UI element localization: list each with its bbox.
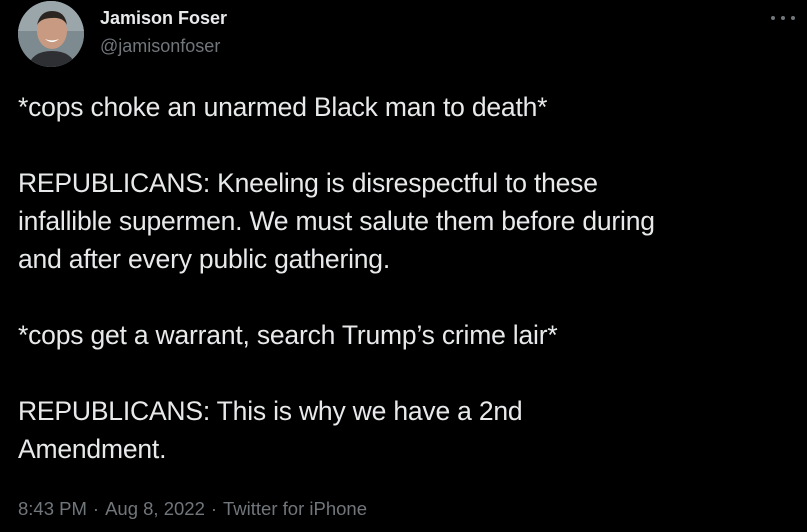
tweet-line: *cops choke an unarmed Black man to deat… (18, 92, 548, 122)
line-break (18, 278, 803, 316)
tweet-line: and after every public gathering. (18, 244, 390, 274)
more-dots-icon (771, 16, 775, 20)
more-options-button[interactable] (771, 8, 795, 28)
tweet-time[interactable]: 8:43 PM (18, 498, 87, 519)
profile-photo-icon (18, 1, 84, 67)
line-break (18, 354, 803, 392)
author-handle[interactable]: @jamisonfoser (100, 36, 220, 57)
tweet-date[interactable]: Aug 8, 2022 (105, 498, 205, 519)
tweet: Jamison Foser @jamisonfoser *cops choke … (0, 0, 807, 532)
avatar[interactable] (18, 1, 84, 67)
tweet-source[interactable]: Twitter for iPhone (223, 498, 367, 519)
tweet-line: REPUBLICANS: Kneeling is disrespectful t… (18, 168, 598, 198)
more-dots-icon (781, 16, 785, 20)
separator: · (92, 498, 100, 519)
more-dots-icon (791, 16, 795, 20)
tweet-line: infallible supermen. We must salute them… (18, 206, 655, 236)
tweet-line: Amendment. (18, 434, 167, 464)
separator: · (210, 498, 218, 519)
line-break (18, 126, 803, 164)
author-display-name[interactable]: Jamison Foser (100, 8, 227, 29)
tweet-line: REPUBLICANS: This is why we have a 2nd (18, 396, 523, 426)
tweet-text: *cops choke an unarmed Black man to deat… (18, 88, 803, 468)
tweet-line: *cops get a warrant, search Trump’s crim… (18, 320, 558, 350)
tweet-metadata: 8:43 PM · Aug 8, 2022 · Twitter for iPhone (18, 498, 367, 520)
